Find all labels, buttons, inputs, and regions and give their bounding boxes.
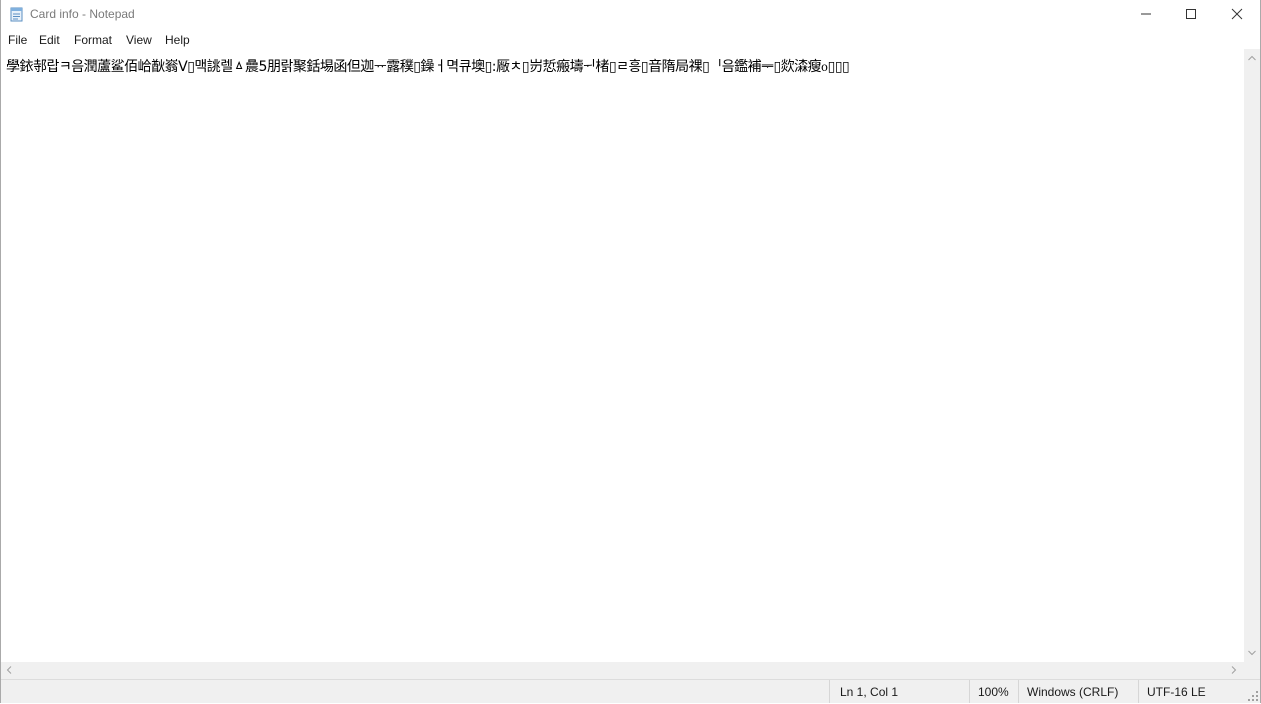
close-button[interactable]	[1214, 0, 1260, 29]
scroll-up-arrow-icon[interactable]	[1248, 55, 1256, 61]
encoding: UTF-16 LE	[1147, 685, 1206, 699]
minimize-button[interactable]	[1123, 0, 1169, 29]
document-text[interactable]: 學銥邿랍ㅋ음潤蘆鲨佰峆㷕嵡ᐯ▯맥誂렐ㅿ曟5朋랅聚銛埸函但迦ᅲ露穙▯鐰ㅓ멱큐墺▯:…	[6, 52, 850, 76]
line-ending: Windows (CRLF)	[1027, 685, 1119, 699]
text-editor-area[interactable]: 學銥邿랍ㅋ음潤蘆鲨佰峆㷕嵡ᐯ▯맥誂렐ㅿ曟5朋랅聚銛埸函但迦ᅲ露穙▯鐰ㅓ멱큐墺▯:…	[1, 49, 1244, 662]
maximize-button[interactable]	[1168, 0, 1214, 29]
menu-edit[interactable]: Edit	[39, 33, 60, 47]
close-icon	[1231, 8, 1243, 20]
status-bar: Ln 1, Col 1 100% Windows (CRLF) UTF-16 L…	[1, 679, 1260, 703]
menu-file[interactable]: File	[8, 33, 27, 47]
maximize-icon	[1186, 9, 1196, 19]
zoom-level: 100%	[978, 685, 1009, 699]
scroll-left-arrow-icon[interactable]	[6, 666, 12, 674]
minimize-icon	[1141, 13, 1151, 15]
status-cursor-position-cell: Ln 1, Col 1	[829, 680, 970, 703]
menu-format[interactable]: Format	[74, 33, 112, 47]
status-zoom-cell: 100%	[969, 680, 1019, 703]
cursor-position: Ln 1, Col 1	[840, 685, 899, 699]
notepad-icon	[9, 7, 24, 22]
menu-help[interactable]: Help	[165, 33, 190, 47]
status-encoding-cell: UTF-16 LE	[1138, 680, 1260, 703]
window-title: Card info - Notepad	[30, 7, 135, 21]
resize-grip-icon[interactable]	[1248, 691, 1258, 701]
horizontal-scrollbar[interactable]	[1, 662, 1244, 679]
scroll-right-arrow-icon[interactable]	[1231, 666, 1237, 674]
menu-bar: File Edit Format View Help	[1, 30, 1260, 49]
status-line-ending-cell: Windows (CRLF)	[1018, 680, 1139, 703]
notepad-window: Card info - Notepad File Edit Format Vie…	[0, 0, 1261, 703]
scroll-down-arrow-icon[interactable]	[1248, 650, 1256, 656]
vertical-scrollbar[interactable]	[1244, 49, 1260, 662]
menu-view[interactable]: View	[126, 33, 152, 47]
title-bar[interactable]: Card info - Notepad	[1, 0, 1260, 29]
scrollbar-corner	[1244, 662, 1260, 679]
